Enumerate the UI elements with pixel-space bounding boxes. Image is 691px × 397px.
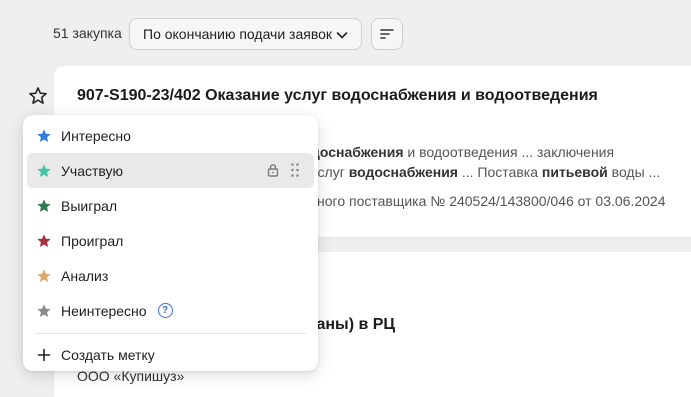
menu-item-label: Интересно xyxy=(61,127,131,144)
star-icon xyxy=(37,163,51,177)
plus-icon xyxy=(37,348,51,362)
menu-item-label: Проиграл xyxy=(61,232,124,249)
snippet-text: и водоотведения ... заключения xyxy=(403,144,615,160)
create-label-button[interactable]: Создать метку xyxy=(27,339,314,371)
sort-select[interactable]: По окончанию подачи заявок xyxy=(129,18,362,50)
results-count: 51 закупка xyxy=(53,25,122,41)
create-label-text: Создать метку xyxy=(61,347,155,363)
chevron-down-icon xyxy=(336,32,348,39)
snippet-highlight: доснабжения xyxy=(311,144,404,160)
label-menu: Интересно Участвую Выиграл Проиграл Анал… xyxy=(23,115,318,371)
tender-snippet: доснабжения и водоотведения ... заключен… xyxy=(311,144,614,160)
drag-handle-icon[interactable] xyxy=(290,162,300,178)
help-icon[interactable]: ? xyxy=(157,303,173,318)
star-icon xyxy=(37,303,51,317)
lock-icon xyxy=(267,164,279,177)
menu-item-interesting[interactable]: Интересно xyxy=(27,118,314,153)
tender-title[interactable]: 907-S190-23/402 Оказание услуг водоснабж… xyxy=(77,87,598,105)
menu-item-analysis[interactable]: Анализ xyxy=(27,258,314,293)
snippet-text: воды ... xyxy=(607,164,661,180)
menu-item-label: Неинтересно xyxy=(61,302,147,319)
star-icon xyxy=(37,128,51,142)
menu-item-label: Участвую xyxy=(61,162,124,179)
snippet-highlight: водоснабжения xyxy=(348,164,458,180)
star-outline-icon[interactable] xyxy=(27,85,49,107)
sort-order-button[interactable] xyxy=(371,18,403,50)
tender-snippet: ного поставщика № 240524/143800/046 от 0… xyxy=(317,193,666,209)
menu-item-label: Анализ xyxy=(61,267,109,284)
snippet-highlight: питьевой xyxy=(541,164,608,180)
menu-item-won[interactable]: Выиграл xyxy=(27,188,314,223)
sort-select-value: По окончанию подачи заявок xyxy=(143,26,333,42)
menu-item-label: Выиграл xyxy=(61,197,118,214)
tender-snippet: е услуг водоснабжения ... Поставка питье… xyxy=(299,164,660,180)
menu-item-lost[interactable]: Проиграл xyxy=(27,223,314,258)
menu-item-uninteresting[interactable]: Неинтересно ? xyxy=(27,293,314,328)
menu-item-participating[interactable]: Участвую xyxy=(27,153,314,188)
sort-icon xyxy=(380,29,394,39)
star-icon xyxy=(37,198,51,212)
menu-divider xyxy=(35,333,306,334)
star-icon xyxy=(37,268,51,282)
snippet-text: ... Поставка xyxy=(457,164,542,180)
star-icon xyxy=(37,233,51,247)
